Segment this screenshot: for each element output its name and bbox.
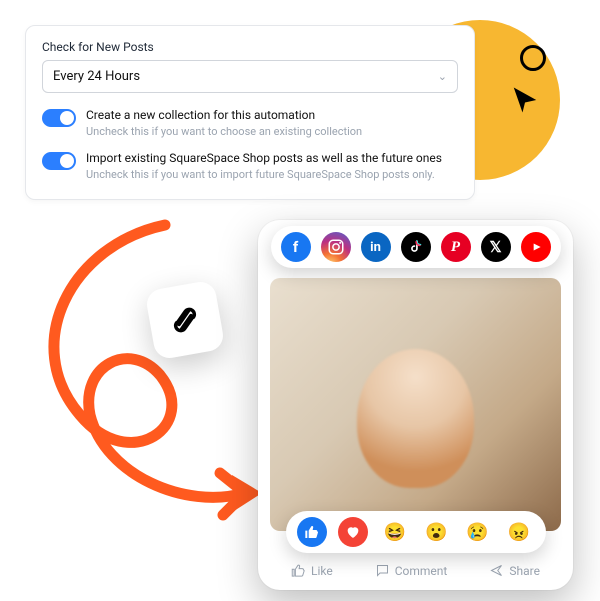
post-photo — [270, 278, 561, 531]
toggle-import-existing-desc: Uncheck this if you want to import futur… — [86, 168, 442, 183]
linkedin-icon: in — [361, 232, 391, 262]
automation-settings-panel: Check for New Posts Every 24 Hours ⌄ Cre… — [25, 25, 475, 200]
reaction-like-icon[interactable] — [297, 517, 327, 547]
facebook-icon: f — [281, 232, 311, 262]
reaction-angry-icon[interactable]: 😠 — [504, 517, 534, 547]
thumbs-up-icon — [291, 563, 306, 578]
x-twitter-icon: 𝕏 — [481, 232, 511, 262]
interval-select[interactable]: Every 24 Hours ⌄ — [42, 60, 458, 93]
toggle-create-collection-desc: Uncheck this if you want to choose an ex… — [86, 125, 362, 140]
toggle-create-collection-title: Create a new collection for this automat… — [86, 107, 362, 123]
toggle-import-existing-text: Import existing SquareSpace Shop posts a… — [86, 150, 442, 183]
toggle-row-create-collection: Create a new collection for this automat… — [42, 107, 458, 140]
cursor-play-icon — [510, 85, 540, 115]
like-button[interactable]: Like — [291, 563, 333, 578]
instagram-icon — [321, 232, 351, 262]
squarespace-icon — [162, 297, 208, 343]
comment-button[interactable]: Comment — [375, 563, 448, 578]
social-platforms-row: f in P 𝕏 — [271, 226, 561, 268]
cursor-graphic — [510, 85, 540, 115]
share-icon — [489, 563, 504, 578]
pinterest-icon: P — [441, 232, 471, 262]
reactions-row: 😆 😮 😢 😠 — [286, 511, 546, 553]
toggle-create-collection[interactable] — [42, 109, 76, 127]
reaction-sad-icon[interactable]: 😢 — [463, 517, 493, 547]
reaction-haha-icon[interactable]: 😆 — [380, 517, 410, 547]
curly-arrow-icon — [10, 215, 270, 545]
reaction-love-icon[interactable] — [338, 517, 368, 547]
like-button-label: Like — [311, 564, 333, 578]
comment-icon — [375, 563, 390, 578]
toggle-create-collection-text: Create a new collection for this automat… — [86, 107, 362, 140]
reaction-wow-icon[interactable]: 😮 — [421, 517, 451, 547]
share-button-label: Share — [509, 564, 540, 578]
toggle-row-import-existing: Import existing SquareSpace Shop posts a… — [42, 150, 458, 183]
interval-select-value: Every 24 Hours — [53, 69, 140, 84]
squarespace-logo-card — [144, 279, 225, 360]
post-actions-row: Like Comment Share — [270, 553, 561, 590]
share-button[interactable]: Share — [489, 563, 540, 578]
tiktok-icon — [401, 232, 431, 262]
comment-button-label: Comment — [395, 564, 448, 578]
cursor-ring-icon — [520, 45, 546, 71]
chevron-down-icon: ⌄ — [438, 70, 447, 83]
check-posts-label: Check for New Posts — [42, 40, 458, 54]
toggle-import-existing[interactable] — [42, 152, 76, 170]
youtube-icon — [521, 232, 551, 262]
social-post-card: f in P 𝕏 😆 😮 😢 😠 Like C — [258, 220, 573, 590]
toggle-import-existing-title: Import existing SquareSpace Shop posts a… — [86, 150, 442, 166]
